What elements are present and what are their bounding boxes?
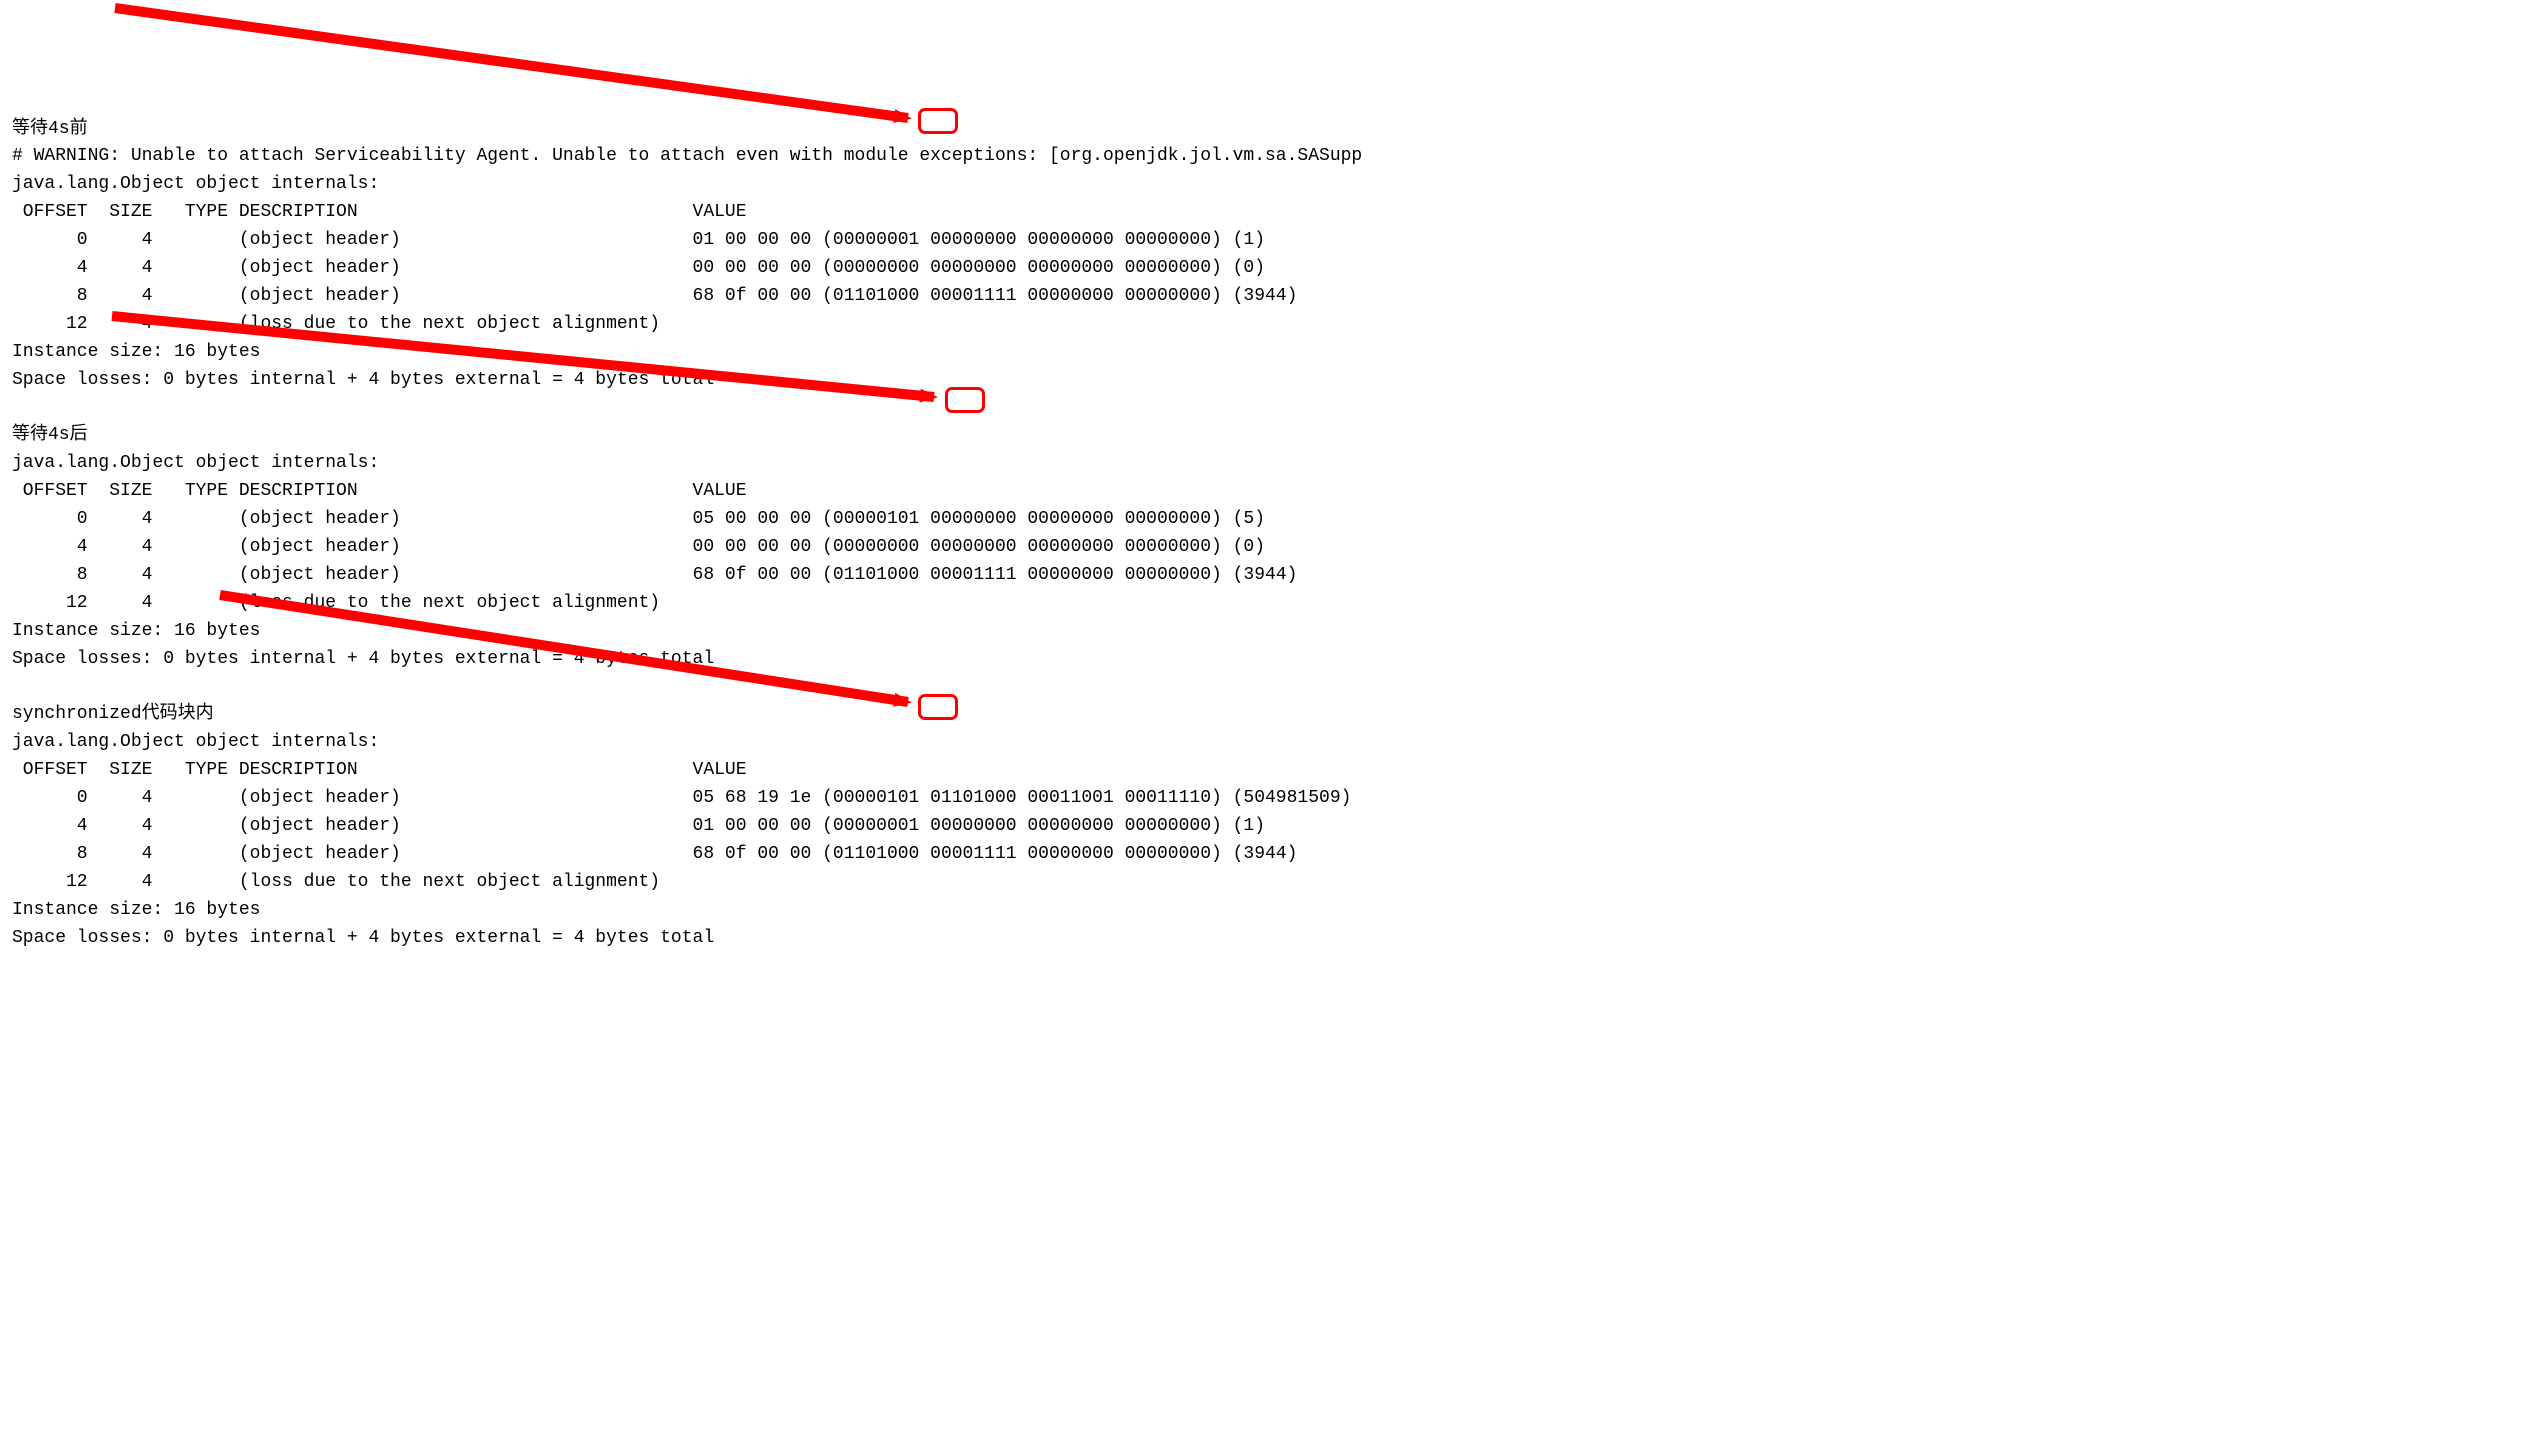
table-row: 0 4 (object header) 01 00 00 00 (0000000… xyxy=(12,227,2516,255)
table-header: OFFSET SIZE TYPE DESCRIPTION VALUE xyxy=(12,199,2516,227)
arrow-annotation xyxy=(115,8,908,118)
table-row: 8 4 (object header) 68 0f 00 00 (0110100… xyxy=(12,562,2516,590)
table-row: 0 4 (object header) 05 68 19 1e (0000010… xyxy=(12,785,2516,813)
instance-size: Instance size: 16 bytes xyxy=(12,618,2516,646)
section-label: synchronized代码块内 xyxy=(12,701,2516,729)
instance-size: Instance size: 16 bytes xyxy=(12,339,2516,367)
object-title: java.lang.Object object internals: xyxy=(12,729,2516,757)
table-row: 12 4 (loss due to the next object alignm… xyxy=(12,869,2516,897)
memory-layout-block: synchronized代码块内java.lang.Object object … xyxy=(12,701,2516,952)
warning-line: # WARNING: Unable to attach Serviceabili… xyxy=(12,143,2516,171)
memory-layout-block: 等待4s后java.lang.Object object internals: … xyxy=(12,422,2516,673)
space-losses: Space losses: 0 bytes internal + 4 bytes… xyxy=(12,646,2516,674)
section-label: 等待4s前 xyxy=(12,116,2516,144)
space-losses: Space losses: 0 bytes internal + 4 bytes… xyxy=(12,367,2516,395)
memory-layout-block: 等待4s前# WARNING: Unable to attach Service… xyxy=(12,116,2516,395)
table-row: 8 4 (object header) 68 0f 00 00 (0110100… xyxy=(12,841,2516,869)
instance-size: Instance size: 16 bytes xyxy=(12,897,2516,925)
table-header: OFFSET SIZE TYPE DESCRIPTION VALUE xyxy=(12,757,2516,785)
table-header: OFFSET SIZE TYPE DESCRIPTION VALUE xyxy=(12,478,2516,506)
table-row: 8 4 (object header) 68 0f 00 00 (0110100… xyxy=(12,283,2516,311)
object-title: java.lang.Object object internals: xyxy=(12,171,2516,199)
table-row: 0 4 (object header) 05 00 00 00 (0000010… xyxy=(12,506,2516,534)
table-row: 12 4 (loss due to the next object alignm… xyxy=(12,311,2516,339)
space-losses: Space losses: 0 bytes internal + 4 bytes… xyxy=(12,925,2516,953)
object-title: java.lang.Object object internals: xyxy=(12,450,2516,478)
table-row: 4 4 (object header) 00 00 00 00 (0000000… xyxy=(12,255,2516,283)
section-label: 等待4s后 xyxy=(12,422,2516,450)
table-row: 4 4 (object header) 00 00 00 00 (0000000… xyxy=(12,534,2516,562)
table-row: 4 4 (object header) 01 00 00 00 (0000000… xyxy=(12,813,2516,841)
table-row: 12 4 (loss due to the next object alignm… xyxy=(12,590,2516,618)
